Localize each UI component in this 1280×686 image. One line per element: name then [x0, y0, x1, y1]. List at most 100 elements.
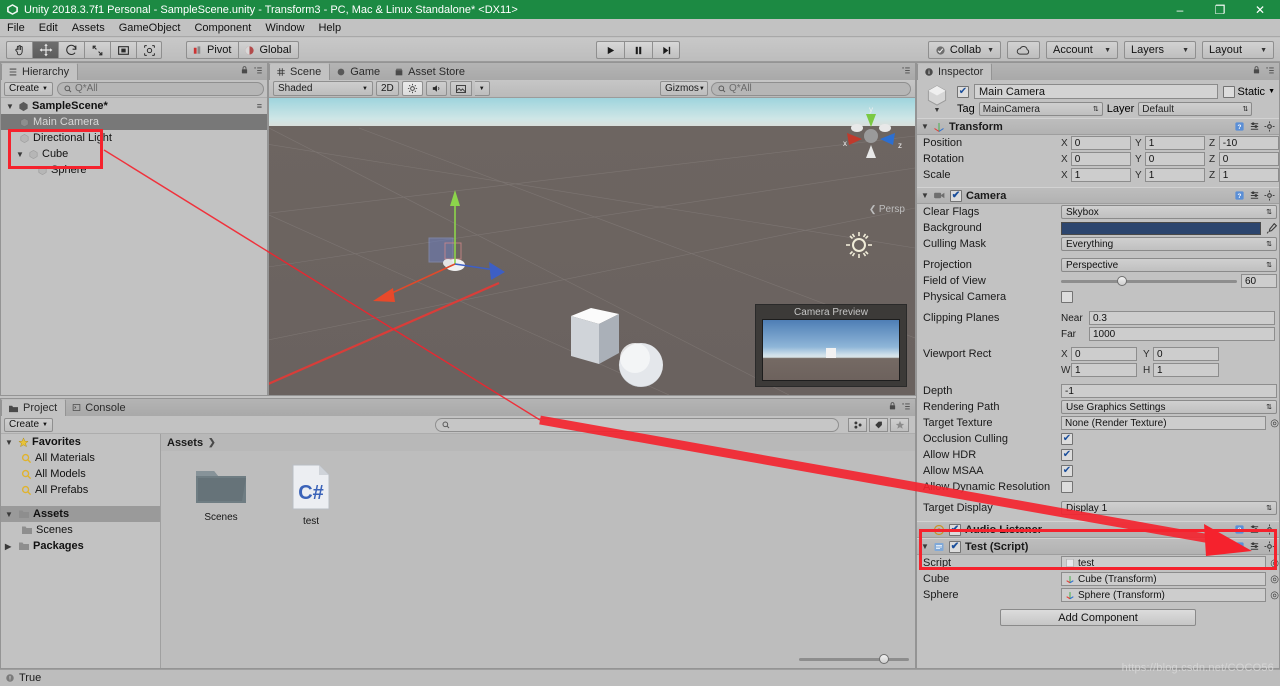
- menu-help[interactable]: Help: [311, 19, 348, 37]
- near-input[interactable]: 0.3: [1089, 311, 1275, 325]
- scene-orientation-gizmo[interactable]: x y z: [831, 104, 911, 174]
- tab-project[interactable]: Project: [1, 399, 67, 416]
- hand-tool-button[interactable]: [6, 41, 32, 59]
- close-button[interactable]: ✕: [1240, 0, 1280, 19]
- toggle-2d-button[interactable]: 2D: [376, 81, 399, 96]
- cloud-button[interactable]: [1007, 41, 1040, 59]
- far-input[interactable]: 1000: [1089, 327, 1275, 341]
- viewport-x-input[interactable]: 0: [1071, 347, 1137, 361]
- camera-enabled-checkbox[interactable]: [950, 189, 962, 202]
- project-tree-favorites[interactable]: ▼ Favorites: [1, 434, 160, 450]
- filter-by-type-button[interactable]: [848, 418, 867, 432]
- hierarchy-item-main-camera[interactable]: Main Camera: [1, 114, 267, 130]
- gear-icon[interactable]: [1264, 121, 1275, 132]
- gear-icon[interactable]: [1264, 541, 1275, 552]
- allow-msaa-checkbox[interactable]: [1061, 465, 1073, 477]
- project-search-input[interactable]: [435, 418, 839, 432]
- chevron-down-icon[interactable]: ▼: [1268, 88, 1275, 95]
- chevron-down-icon[interactable]: ▼: [921, 191, 929, 200]
- component-header-audio-listener[interactable]: Audio Listener ?: [917, 521, 1279, 538]
- tab-asset-store[interactable]: Asset Store: [388, 63, 473, 80]
- add-component-button[interactable]: Add Component: [1000, 609, 1196, 626]
- rotation-z-input[interactable]: 0: [1218, 152, 1279, 166]
- scene-projection-label[interactable]: ❮ Persp: [869, 204, 905, 215]
- layers-button[interactable]: Layers ▼: [1124, 41, 1196, 59]
- object-enabled-checkbox[interactable]: [957, 85, 969, 98]
- step-button[interactable]: [652, 41, 680, 59]
- menu-component[interactable]: Component: [187, 19, 258, 37]
- allow-hdr-checkbox[interactable]: [1061, 449, 1073, 461]
- fov-slider-knob[interactable]: [1117, 275, 1127, 286]
- minimize-button[interactable]: –: [1160, 0, 1200, 19]
- audio-listener-enabled-checkbox[interactable]: [949, 523, 961, 536]
- rotation-x-input[interactable]: 0: [1070, 152, 1131, 166]
- target-display-dropdown[interactable]: Display 1 ⇅: [1061, 501, 1277, 515]
- depth-input[interactable]: -1: [1061, 384, 1277, 398]
- chevron-down-icon[interactable]: ▼: [15, 150, 25, 159]
- hierarchy-scene-row[interactable]: ▼ SampleScene* ≡: [1, 98, 267, 114]
- help-icon[interactable]: ?: [1234, 190, 1245, 201]
- object-picker-icon[interactable]: ◎: [1270, 558, 1279, 569]
- eyedropper-icon[interactable]: [1265, 222, 1278, 235]
- object-picker-icon[interactable]: ◎: [1270, 418, 1279, 429]
- asset-zoom-slider[interactable]: [799, 653, 909, 665]
- viewport-w-input[interactable]: 1: [1071, 363, 1137, 377]
- project-tree-all-materials[interactable]: All Materials: [1, 450, 160, 466]
- script-field[interactable]: test: [1061, 556, 1267, 570]
- scale-x-input[interactable]: 1: [1070, 168, 1131, 182]
- play-button[interactable]: [596, 41, 624, 59]
- scene-effects-dropdown[interactable]: ▼: [474, 81, 490, 96]
- static-toggle[interactable]: Static ▼: [1222, 85, 1275, 98]
- filter-by-label-button[interactable]: [869, 418, 888, 432]
- hierarchy-item-directional-light[interactable]: Directional Light: [1, 130, 267, 146]
- clear-flags-dropdown[interactable]: Skybox ⇅: [1061, 205, 1277, 219]
- project-tree-scenes[interactable]: Scenes: [1, 522, 160, 538]
- preset-icon[interactable]: [1249, 190, 1260, 201]
- global-toggle-button[interactable]: Global: [238, 41, 300, 59]
- viewport-y-input[interactable]: 0: [1153, 347, 1219, 361]
- tab-console[interactable]: Console: [66, 399, 133, 416]
- position-z-input[interactable]: -10: [1218, 136, 1279, 150]
- transform-tool-button[interactable]: [136, 41, 162, 59]
- chevron-down-icon[interactable]: ▼: [5, 510, 15, 519]
- chevron-down-icon[interactable]: ▼: [5, 102, 15, 111]
- preset-icon[interactable]: [1249, 541, 1260, 552]
- object-picker-icon[interactable]: ◎: [1270, 590, 1279, 601]
- maximize-button[interactable]: ❐: [1200, 0, 1240, 19]
- asset-zoom-knob[interactable]: [879, 653, 889, 664]
- menu-edit[interactable]: Edit: [32, 19, 65, 37]
- viewport-h-input[interactable]: 1: [1153, 363, 1219, 377]
- position-y-input[interactable]: 1: [1144, 136, 1205, 150]
- scale-z-input[interactable]: 1: [1218, 168, 1279, 182]
- test-script-enabled-checkbox[interactable]: [949, 540, 961, 553]
- scene-audio-toggle[interactable]: [425, 81, 447, 96]
- object-picker-icon[interactable]: ◎: [1270, 574, 1279, 585]
- asset-item-test[interactable]: C# test: [277, 463, 345, 527]
- component-header-transform[interactable]: ▼ Transform ?: [917, 118, 1279, 135]
- pause-button[interactable]: [624, 41, 652, 59]
- collab-button[interactable]: Collab ▼: [927, 41, 1001, 59]
- rotation-y-input[interactable]: 0: [1144, 152, 1205, 166]
- shading-mode-dropdown[interactable]: Shaded ▼: [273, 81, 373, 96]
- object-name-input[interactable]: Main Camera: [974, 84, 1218, 99]
- hierarchy-item-cube[interactable]: ▼ Cube: [1, 146, 267, 162]
- chevron-down-icon[interactable]: ▼: [934, 107, 941, 114]
- menu-gameobject[interactable]: GameObject: [112, 19, 188, 37]
- asset-item-scenes[interactable]: Scenes: [187, 463, 255, 527]
- rect-tool-button[interactable]: [110, 41, 136, 59]
- tab-scene[interactable]: Scene: [269, 63, 331, 80]
- hierarchy-item-sphere[interactable]: Sphere: [1, 162, 267, 178]
- gear-icon[interactable]: [1264, 190, 1275, 201]
- chevron-right-icon[interactable]: ▶: [5, 542, 15, 551]
- component-header-test-script[interactable]: ▼ Test (Script) ?: [917, 538, 1279, 555]
- filter-favorites-button[interactable]: [890, 418, 909, 432]
- target-texture-field[interactable]: None (Render Texture): [1061, 416, 1267, 430]
- move-tool-button[interactable]: [32, 41, 58, 59]
- allow-dynamic-resolution-checkbox[interactable]: [1061, 481, 1073, 493]
- layout-button[interactable]: Layout ▼: [1202, 41, 1274, 59]
- tag-dropdown[interactable]: MainCamera ⇅: [978, 102, 1103, 116]
- scene-lighting-toggle[interactable]: [401, 81, 423, 96]
- chevron-down-icon[interactable]: ▼: [921, 122, 929, 131]
- sphere-object-field[interactable]: Sphere (Transform): [1061, 588, 1267, 602]
- background-color-swatch[interactable]: [1061, 221, 1261, 235]
